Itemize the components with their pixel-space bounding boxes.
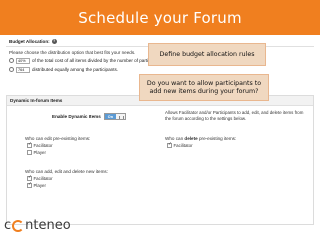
delete-facilitator-checkbox[interactable]: [167, 142, 172, 148]
add-group-label: Who can add, edit and delete new items:: [25, 169, 108, 174]
radio-percent[interactable]: [9, 58, 14, 64]
edit-player-label: Player: [33, 150, 46, 155]
amount-input[interactable]: 764: [16, 67, 30, 73]
equal-option-text: distributed equally among the participan…: [32, 67, 119, 73]
delete-facilitator-label: Facilitator: [173, 143, 193, 148]
dynamic-description: Allows Facilitator and/or Participants t…: [165, 110, 304, 121]
delete-group-label: Who can delete pre-existing items:: [165, 136, 236, 141]
add-player-row[interactable]: Player: [27, 182, 46, 188]
callout-budget: Define budget allocation rules: [148, 43, 266, 66]
delete-facilitator-row[interactable]: Facilitator: [167, 142, 193, 148]
enable-dynamic-row: Enable Dynamic Items On: [52, 113, 127, 120]
callout-participants: Do you want to allow participants to add…: [139, 74, 269, 101]
edit-player-checkbox[interactable]: [27, 150, 32, 155]
percent-input[interactable]: 40%: [16, 58, 30, 64]
delete-label-prefix: Who can: [165, 136, 184, 141]
edit-facilitator-label: Facilitator: [33, 143, 53, 148]
add-player-checkbox[interactable]: [27, 182, 32, 188]
help-icon[interactable]: ?: [51, 39, 57, 44]
add-facilitator-label: Facilitator: [33, 176, 53, 181]
dynamic-items-panel: Dynamic In-forum Items Enable Dynamic It…: [6, 95, 314, 225]
dynamic-heading: Dynamic In-forum Items: [10, 98, 63, 103]
title-bar: Schedule your Forum: [0, 0, 320, 35]
budget-instruction: Please choose the distribution option th…: [9, 50, 136, 55]
toggle-grip-icon[interactable]: [116, 114, 126, 119]
budget-option-equal[interactable]: 764 distributed equally among the partic…: [9, 67, 118, 73]
radio-equal[interactable]: [9, 67, 14, 73]
edit-facilitator-checkbox[interactable]: [27, 142, 32, 148]
logo-ring-icon: [12, 219, 25, 232]
add-facilitator-row[interactable]: Facilitator: [27, 175, 53, 181]
edit-player-row[interactable]: Player: [27, 150, 46, 155]
delete-label-suffix: pre-existing items:: [198, 136, 237, 141]
conteneo-logo: c nteneo: [4, 218, 71, 233]
edit-group-label: Who can edit pre-existing items:: [25, 136, 91, 141]
delete-label-bold: delete: [184, 136, 198, 141]
edit-facilitator-row[interactable]: Facilitator: [27, 142, 53, 148]
logo-text: nteneo: [25, 218, 71, 233]
add-player-label: Player: [33, 183, 46, 188]
toggle-on-label[interactable]: On: [104, 114, 117, 119]
add-facilitator-checkbox[interactable]: [27, 175, 32, 181]
budget-heading: Budget Allocation:: [9, 39, 50, 44]
slide-title: Schedule your Forum: [78, 8, 242, 27]
enable-dynamic-toggle[interactable]: On: [103, 113, 127, 120]
enable-dynamic-label: Enable Dynamic Items: [52, 114, 101, 119]
